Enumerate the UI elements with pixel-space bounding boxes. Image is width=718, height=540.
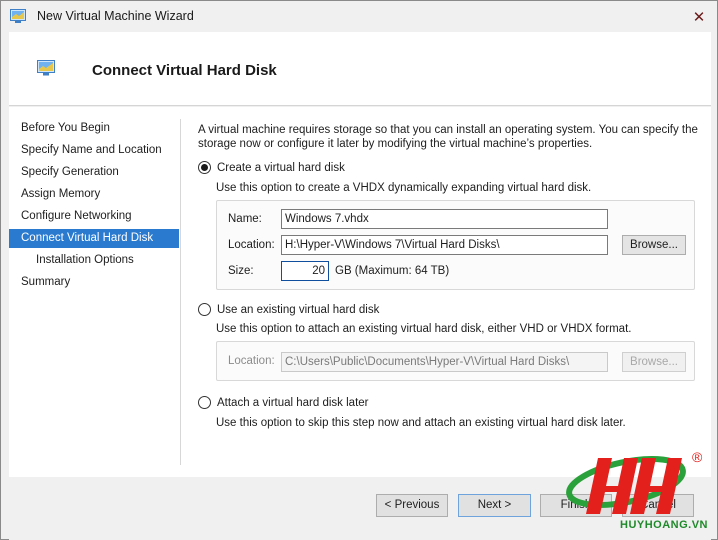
intro-text: A virtual machine requires storage so th…	[198, 124, 698, 150]
nav-step-assign-memory[interactable]: Assign Memory	[9, 185, 179, 204]
nav-step-connect-vhd[interactable]: Connect Virtual Hard Disk	[9, 229, 179, 248]
existing-vhd-group: Location: C:\Users\Public\Documents\Hype…	[216, 341, 695, 381]
vhd-name-input[interactable]: Windows 7.vhdx	[281, 209, 608, 229]
close-button[interactable]: ✕	[681, 1, 717, 32]
location-label: Location:	[228, 239, 275, 251]
wizard-header: Connect Virtual Hard Disk	[9, 32, 711, 106]
radio-button-unchecked[interactable]	[198, 303, 211, 316]
create-vhd-description: Use this option to create a VHDX dynamic…	[216, 182, 592, 194]
size-unit-text: GB (Maximum: 64 TB)	[335, 265, 450, 277]
page-title: Connect Virtual Hard Disk	[92, 62, 277, 79]
hyper-v-app-icon	[10, 9, 26, 23]
radio-button-checked[interactable]	[198, 161, 211, 174]
window-title: New Virtual Machine Wizard	[37, 9, 194, 23]
previous-button[interactable]: < Previous	[376, 494, 448, 517]
radio-attach-later[interactable]: Attach a virtual hard disk later	[198, 396, 369, 409]
watermark-logo: ® HUYHOANG.VN	[566, 448, 716, 534]
size-label: Size:	[228, 265, 254, 277]
nav-divider	[180, 119, 181, 465]
close-icon: ✕	[692, 8, 706, 26]
title-bar[interactable]: New Virtual Machine Wizard ✕	[1, 1, 717, 32]
radio-existing-label: Use an existing virtual hard disk	[217, 303, 380, 316]
name-label: Name:	[228, 213, 262, 225]
wizard-body: Before You Begin Specify Name and Locati…	[9, 107, 711, 477]
radio-create-label: Create a virtual hard disk	[217, 161, 345, 174]
attach-later-description: Use this option to skip this step now an…	[216, 417, 626, 429]
nav-step-specify-generation[interactable]: Specify Generation	[9, 163, 179, 182]
create-vhd-group: Name: Windows 7.vhdx Location: H:\Hyper-…	[216, 200, 695, 290]
watermark-text: HUYHOANG.VN	[620, 519, 709, 531]
radio-later-label: Attach a virtual hard disk later	[217, 396, 369, 409]
nav-step-installation-options[interactable]: Installation Options	[9, 251, 179, 270]
vhd-size-input[interactable]: 20	[281, 261, 329, 281]
step-nav: Before You Begin Specify Name and Locati…	[9, 107, 181, 477]
nav-step-before-you-begin[interactable]: Before You Begin	[9, 119, 179, 138]
nav-step-specify-name[interactable]: Specify Name and Location	[9, 141, 179, 160]
browse-location-button[interactable]: Browse...	[622, 235, 686, 255]
radio-create-vhd[interactable]: Create a virtual hard disk	[198, 161, 345, 174]
registered-mark: ®	[692, 449, 703, 465]
radio-existing-vhd[interactable]: Use an existing virtual hard disk	[198, 303, 379, 316]
nav-step-summary[interactable]: Summary	[9, 273, 179, 292]
vm-icon	[37, 60, 55, 76]
content-pane: A virtual machine requires storage so th…	[198, 107, 703, 477]
browse-existing-button[interactable]: Browse...	[622, 352, 686, 372]
existing-location-input[interactable]: C:\Users\Public\Documents\Hyper-V\Virtua…	[281, 352, 608, 372]
huyhoang-logo-icon: ®	[566, 449, 703, 514]
vhd-location-input[interactable]: H:\Hyper-V\Windows 7\Virtual Hard Disks\	[281, 235, 608, 255]
nav-step-configure-networking[interactable]: Configure Networking	[9, 207, 179, 226]
next-button[interactable]: Next >	[458, 494, 531, 517]
radio-button-unchecked[interactable]	[198, 396, 211, 409]
existing-location-label: Location:	[228, 355, 275, 367]
existing-vhd-description: Use this option to attach an existing vi…	[216, 323, 632, 335]
